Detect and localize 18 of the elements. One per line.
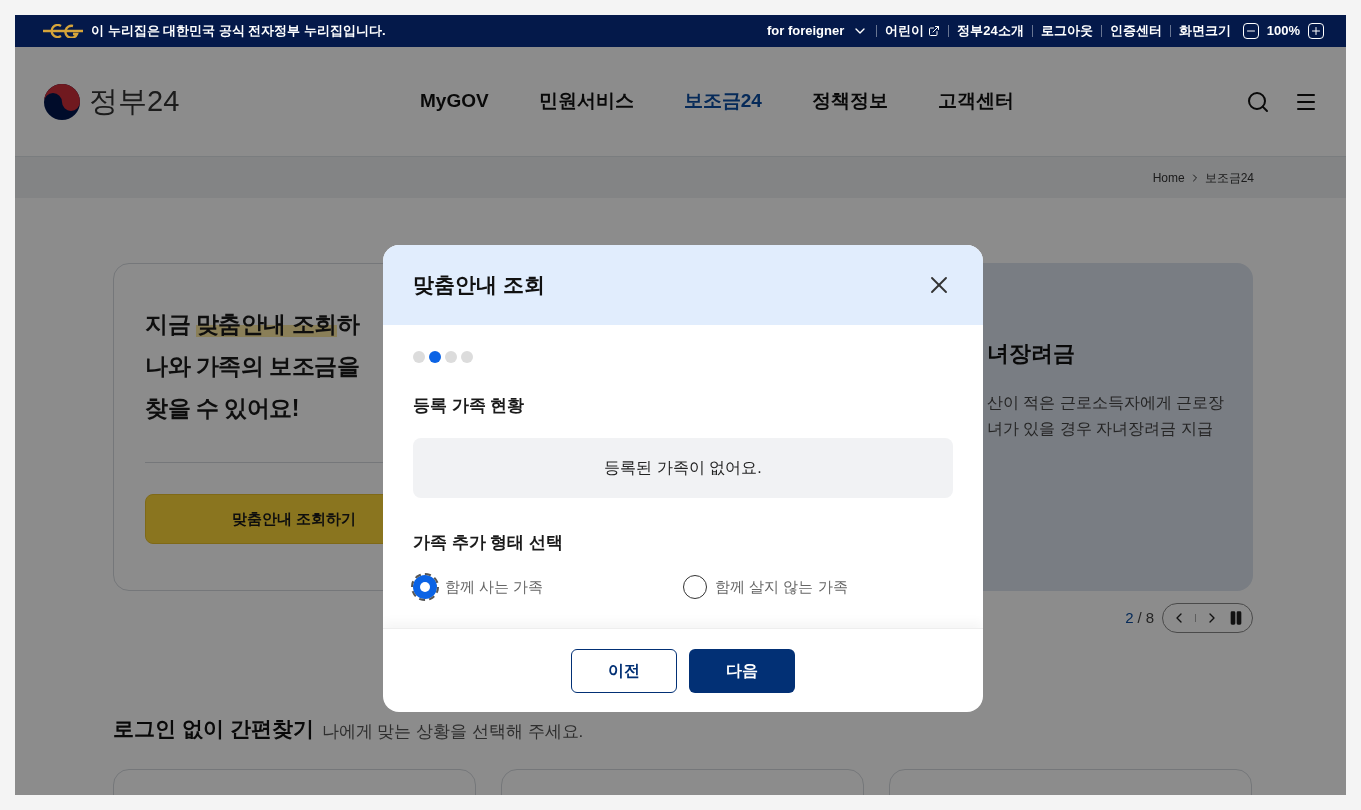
section-title: 로그인 없이 간편찾기 (113, 716, 314, 742)
hero-title-line: 찾을 수 있어요! (145, 394, 299, 423)
pager-separator: / (1137, 607, 1142, 628)
slide-description: 산이 적은 근로소득자에게 근로장 (987, 393, 1226, 413)
slide-description: 녀가 있을 경우 자녀장려금 지급 (987, 419, 1214, 439)
zoom-value: 100% (1266, 22, 1300, 41)
section-subtitle: 나에게 맞는 상황을 선택해 주세요. (321, 721, 584, 743)
pager-total: 8 (1145, 607, 1154, 628)
type-title: 가족 추가 형태 선택 (413, 531, 565, 554)
zoom-label: 화면크기 (1178, 22, 1231, 41)
notice-text: 이 누리집은 대한민국 공식 전자정부 누리집입니다. (91, 22, 386, 41)
registered-title: 등록 가족 현황 (413, 395, 526, 417)
empty-message: 등록된 가족이 없어요. (413, 437, 953, 498)
modal-title: 맞춤안내 조회 (413, 272, 545, 299)
logo-text: 정부24 (89, 83, 180, 119)
pager-current: 2 (1125, 607, 1134, 628)
slide-title: 녀장려금 (987, 340, 1076, 368)
hero-title-line: 나와 가족의 보조금을 (145, 352, 360, 381)
